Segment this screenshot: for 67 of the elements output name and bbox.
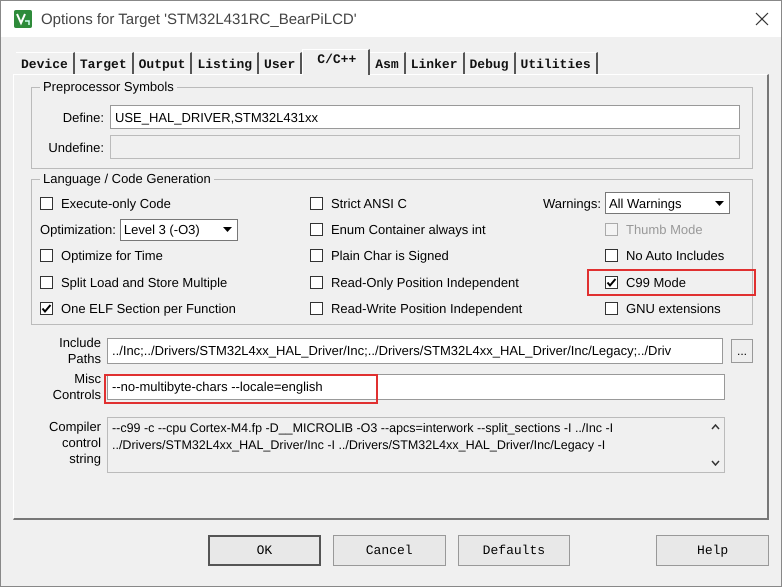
checkbox[interactable] [40, 302, 53, 316]
dialog-button[interactable]: Cancel [332, 534, 446, 566]
field-label: Define: [62, 110, 104, 124]
input-field[interactable]: ../Inc;../Drivers/STM32L4xx_HAL_Driver/Inc;../Drivers/STM32L4xx_HAL_Driver/Inc/Legacy;../Driv [107, 338, 723, 364]
text-line: ../Drivers/STM32L4xx_HAL_Driver/Inc -I ../Drivers/STM32L4xx_HAL_Driver/Inc/Legacy -I [112, 436, 606, 454]
scroll-up-icon[interactable] [711, 424, 720, 430]
text-area[interactable]: --c99 -c --cpu Cortex-M4.fp -D__MICROLIB -O3 --apcs=interwork --split_sections -I ../Inc -I ../Drivers/STM32L4xx_HAL_Driver/Inc -I ../Drivers/STM32L4xx_HAL_Driver/Inc/Legacy -I [107, 416, 725, 473]
tab[interactable]: Asm [370, 52, 406, 74]
checkbox[interactable] [310, 276, 323, 289]
tab[interactable]: Output [134, 52, 192, 74]
checkbox-label: C99 Mode [626, 274, 686, 290]
tab[interactable]: Device [16, 52, 75, 74]
field-label: Compiler [48, 418, 101, 435]
dropdown-label: Optimization: [40, 222, 116, 238]
checkbox[interactable] [310, 196, 323, 210]
caret-icon [222, 227, 232, 232]
field-label: Include [59, 334, 101, 351]
dialog-button[interactable]: Defaults [458, 534, 570, 566]
tab[interactable]: Utilities [516, 52, 598, 74]
tab[interactable]: User [259, 52, 302, 74]
checkbox[interactable] [40, 196, 53, 210]
checkbox-label: Optimize for Time [61, 248, 163, 264]
help-button[interactable]: Help [656, 534, 770, 566]
field-label: Undefine: [47, 140, 104, 154]
text-line: --c99 -c --cpu Cortex-M4.fp -D__MICROLIB -O3 --apcs=interwork --split_sections -I ../Inc -I [112, 420, 614, 437]
tab[interactable]: Target [74, 52, 134, 74]
checkbox-label: Read-Write Position Independent [331, 301, 522, 316]
checkbox-label: GNU extensions [626, 301, 721, 316]
input-field[interactable]: USE_HAL_DRIVER,STM32L431xx [110, 105, 740, 129]
checkbox[interactable] [605, 302, 618, 316]
checkbox[interactable] [40, 249, 53, 262]
app-icon [13, 9, 33, 29]
checkbox-label: Plain Char is Signed [331, 248, 449, 264]
checkbox[interactable] [40, 276, 53, 289]
checkbox-label: Read-Only Position Independent [331, 274, 519, 290]
field-label: Controls [52, 386, 101, 403]
checkbox[interactable] [605, 276, 618, 289]
close-icon[interactable] [755, 12, 769, 26]
tab[interactable]: Listing [192, 52, 260, 74]
checkbox[interactable] [605, 249, 618, 262]
checkbox-label: One ELF Section per Function [61, 301, 236, 316]
checkbox-label: Strict ANSI C [331, 196, 407, 211]
checkbox-label: Split Load and Store Multiple [61, 274, 228, 290]
checkbox[interactable] [310, 223, 323, 236]
dropdown-label: Warnings: [542, 196, 601, 211]
browse-button[interactable]: ... [731, 338, 753, 363]
field-label: string [69, 450, 101, 467]
tab[interactable]: Linker [406, 52, 464, 74]
field-label: control [62, 434, 101, 451]
group-title: Preprocessor Symbols [40, 79, 177, 94]
field-label: Paths [68, 350, 101, 367]
window-title: Options for Target 'STM32L431RC_BearPiLCD' [41, 10, 358, 28]
dialog-button[interactable]: OK [208, 534, 321, 566]
checkbox-label: Enum Container always int [331, 222, 486, 238]
scroll-down-icon[interactable] [711, 460, 720, 466]
checkbox[interactable] [310, 302, 323, 316]
caret-icon [715, 200, 724, 206]
group-title: Language / Code Generation [40, 171, 214, 186]
checkbox-label: Execute-only Code [61, 196, 171, 211]
dropdown[interactable]: All Warnings [605, 192, 730, 214]
checkbox-label: No Auto Includes [626, 248, 724, 264]
tab[interactable]: Debug [464, 52, 516, 74]
tab[interactable]: C/C++ [302, 49, 370, 75]
checkbox[interactable] [310, 249, 323, 262]
checkbox-label: Thumb Mode [626, 222, 703, 238]
dropdown[interactable]: Level 3 (-O3) [120, 218, 238, 241]
field-label: Misc [74, 370, 101, 387]
